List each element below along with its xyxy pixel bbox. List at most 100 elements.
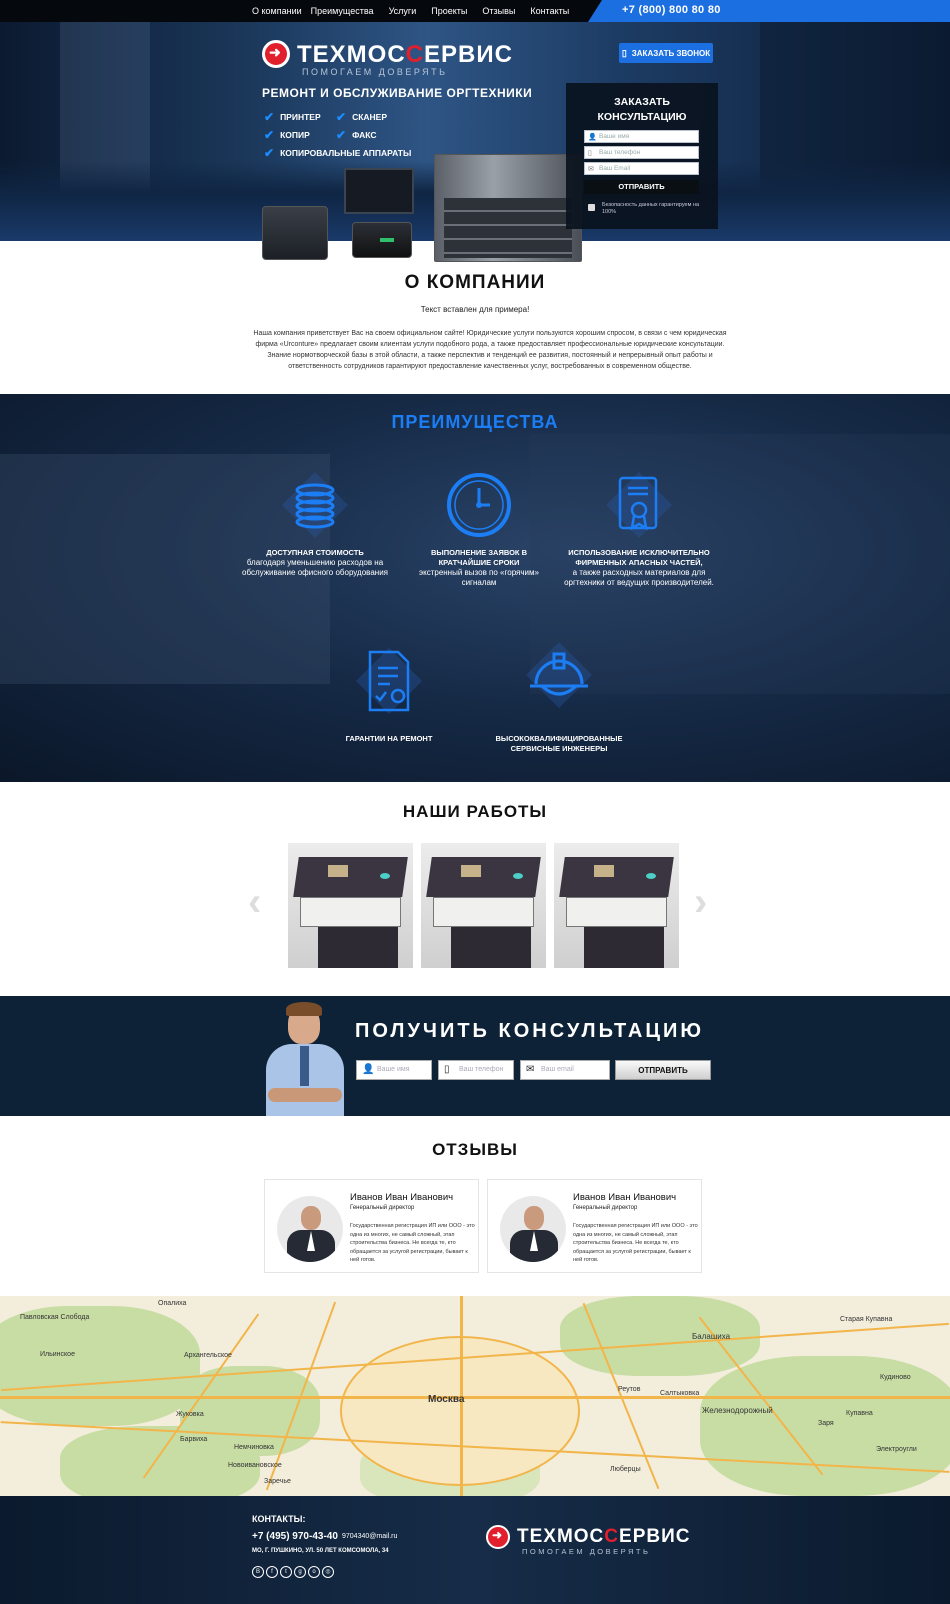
- monitor-image: [344, 168, 414, 214]
- strip-submit-button[interactable]: ОТПРАВИТЬ: [615, 1060, 711, 1080]
- advantage-heading: ВЫПОЛНЕНИЕ ЗАЯВОК В КРАТЧАЙШИЕ СРОКИ: [430, 548, 528, 567]
- mfp-printer-trays: [444, 198, 572, 258]
- security-note: Безопасность данных гарантируем на 100%: [602, 202, 700, 215]
- inkjet-printer-accent: [380, 238, 394, 242]
- work-photo[interactable]: [421, 843, 546, 968]
- map-label: Заря: [818, 1420, 834, 1427]
- footer-contacts-label: КОНТАКТЫ:: [252, 1514, 306, 1524]
- feature-fax: ✔ ФАКС: [336, 128, 377, 142]
- main-nav: О компании Преимущества Услуги Проекты О…: [252, 0, 578, 22]
- review-text: Государственная регистрация ИП или ООО -…: [350, 1223, 475, 1263]
- check-icon: ✔: [264, 128, 275, 142]
- user-icon: 👤: [362, 1064, 375, 1075]
- consultant-photo: [262, 1000, 348, 1116]
- advantage-item: ВЫСОКОКВАЛИФИЦИРОВАННЫЕ СЕРВИСНЫЕ ИНЖЕНЕ…: [484, 640, 634, 754]
- map-label: Немчиновка: [234, 1444, 274, 1451]
- nav-item-about[interactable]: О компании: [252, 6, 302, 16]
- strip-name-input[interactable]: 👤 Ваше имя: [356, 1060, 432, 1080]
- map-label: Кудиново: [880, 1374, 911, 1381]
- user-icon: 👤: [588, 134, 597, 141]
- advantage-text: экстренный вызов по «горячим» сигналам: [419, 568, 539, 587]
- map-label: Москва: [428, 1394, 465, 1405]
- map-label: Архангельское: [184, 1352, 232, 1359]
- advantage-heading: ДОСТУПНАЯ СТОИМОСТЬ: [266, 548, 364, 557]
- coins-icon: [280, 470, 350, 540]
- strip-phone-input[interactable]: ▯ Ваш телефон: [438, 1060, 514, 1080]
- map-label: Электроугли: [876, 1446, 917, 1453]
- map-label: Салтыковка: [660, 1390, 700, 1397]
- review-card: Иванов Иван Иванович Генеральный директо…: [264, 1179, 479, 1273]
- logo-arrow-icon[interactable]: [262, 40, 290, 68]
- advantage-heading: ГАРАНТИИ НА РЕМОНТ: [345, 734, 433, 743]
- map-label: Старая Купавна: [840, 1316, 893, 1323]
- nav-item-advantages[interactable]: Преимущества: [311, 6, 374, 16]
- order-call-button[interactable]: ▯ ЗАКАЗАТЬ ЗВОНОК: [619, 43, 713, 63]
- phone-input[interactable]: ▯ Ваш телефон: [584, 146, 699, 159]
- map-label: Жуковка: [176, 1411, 204, 1418]
- nav-item-reviews[interactable]: Отзывы: [482, 6, 515, 16]
- map-label: Заречье: [264, 1478, 291, 1485]
- advantage-item: ВЫПОЛНЕНИЕ ЗАЯВОК В КРАТЧАЙШИЕ СРОКИ экс…: [404, 470, 554, 588]
- nav-item-contacts[interactable]: Контакты: [530, 6, 569, 16]
- reviewer-position: Генеральный директор: [573, 1205, 638, 1211]
- reviewer-name: Иванов Иван Иванович: [350, 1192, 454, 1203]
- work-photo[interactable]: [554, 843, 679, 968]
- advantage-item: ДОСТУПНАЯ СТОИМОСТЬ благодаря уменьшению…: [240, 470, 390, 578]
- advantage-item: ИСПОЛЬЗОВАНИЕ ИСКЛЮЧИТЕЛЬНО ФИРМЕННЫХ АП…: [564, 470, 714, 588]
- work-photo[interactable]: [288, 843, 413, 968]
- advantage-item: ГАРАНТИИ НА РЕМОНТ: [314, 646, 464, 744]
- instagram-icon[interactable]: ◎: [322, 1566, 334, 1578]
- consultation-submit-button[interactable]: ОТПРАВИТЬ: [584, 180, 699, 194]
- odnoklassniki-icon[interactable]: o: [308, 1566, 320, 1578]
- footer-logo-wordmark[interactable]: ТЕХМОССЕРВИС: [517, 1526, 690, 1548]
- email-input[interactable]: ✉ Ваш Email: [584, 162, 699, 175]
- about-title: О КОМПАНИИ: [404, 272, 546, 293]
- nav-item-services[interactable]: Услуги: [389, 6, 417, 16]
- vk-icon[interactable]: B: [252, 1566, 264, 1578]
- advantage-text: а также расходных материалов для оргтехн…: [564, 568, 714, 587]
- strip-email-input[interactable]: ✉ Ваш email: [520, 1060, 610, 1080]
- feature-scanner: ✔ СКАНЕР: [336, 110, 388, 124]
- document-icon: [354, 646, 424, 716]
- facebook-icon[interactable]: f: [266, 1566, 278, 1578]
- logo-wordmark[interactable]: ТЕХМОССЕРВИС: [297, 41, 513, 69]
- fax-machine-image: [262, 206, 328, 260]
- check-icon: ✔: [336, 110, 347, 124]
- advantages-section: [0, 394, 950, 782]
- twitter-icon[interactable]: t: [280, 1566, 292, 1578]
- footer-phone[interactable]: +7 (495) 970-43-40: [252, 1531, 338, 1542]
- check-icon: ✔: [264, 146, 275, 160]
- feature-copy-machines: ✔ КОПИРОВАЛЬНЫЕ АППАРАТЫ: [264, 146, 412, 160]
- footer-logo-arrow-icon[interactable]: [486, 1525, 510, 1549]
- reviews-title: ОТЗЫВЫ: [432, 1140, 518, 1159]
- map-label: Купавна: [846, 1410, 873, 1417]
- name-input[interactable]: 👤 Ваше имя: [584, 130, 699, 143]
- consultation-form-title: ЗАКАЗАТЬ КОНСУЛЬТАЦИЮ: [597, 96, 687, 123]
- review-text: Государственная регистрация ИП или ООО -…: [573, 1223, 698, 1263]
- feature-copier: ✔ КОПИР: [264, 128, 310, 142]
- advantage-heading: ВЫСОКОКВАЛИФИЦИРОВАННЫЕ СЕРВИСНЫЕ ИНЖЕНЕ…: [495, 734, 623, 753]
- google-plus-icon[interactable]: g: [294, 1566, 306, 1578]
- map-label: Ильинское: [40, 1351, 75, 1358]
- logo-slogan: ПОМОГАЕМ ДОВЕРЯТЬ: [302, 67, 448, 77]
- reviewer-avatar: [277, 1196, 343, 1262]
- footer-email[interactable]: 9704340@mail.ru: [342, 1533, 397, 1540]
- advantage-text: благодаря уменьшению расходов на обслужи…: [242, 558, 388, 577]
- header-phone-bar: +7 (800) 800 80 80: [588, 0, 950, 22]
- clock-icon: [444, 470, 514, 540]
- review-card: Иванов Иван Иванович Генеральный директо…: [487, 1179, 702, 1273]
- consultation-strip-title: ПОЛУЧИТЬ КОНСУЛЬТАЦИЮ: [355, 1020, 704, 1042]
- header-phone[interactable]: +7 (800) 800 80 80: [622, 4, 721, 16]
- carousel-prev-arrow[interactable]: ‹: [248, 880, 261, 925]
- helmet-icon: [524, 640, 594, 710]
- envelope-icon: ✉: [526, 1064, 535, 1075]
- map-label: Новоивановское: [228, 1462, 282, 1469]
- feature-printer: ✔ ПРИНТЕР: [264, 110, 321, 124]
- location-map[interactable]: Павловская Слобода Опалиха Архангельское…: [0, 1296, 950, 1496]
- phone-icon: ▯: [588, 150, 592, 157]
- carousel-next-arrow[interactable]: ›: [694, 880, 707, 925]
- nav-item-projects[interactable]: Проекты: [431, 6, 467, 16]
- envelope-icon: ✉: [588, 166, 594, 173]
- lock-icon: [588, 204, 595, 211]
- map-label: Барвиха: [180, 1436, 208, 1443]
